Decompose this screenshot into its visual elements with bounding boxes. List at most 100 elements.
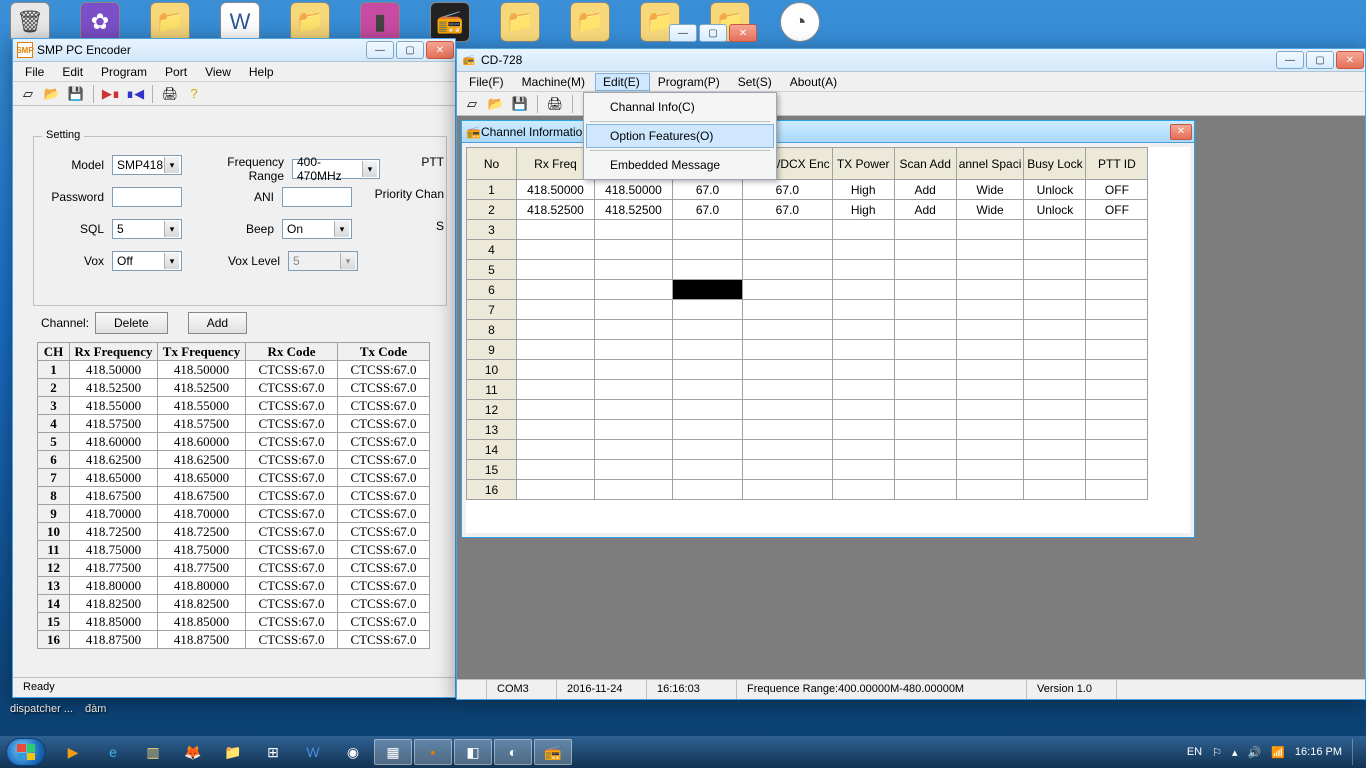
table-cell[interactable]	[894, 400, 956, 420]
table-cell[interactable]: CTCSS:67.0	[338, 595, 430, 613]
row-header[interactable]: 2	[38, 379, 70, 397]
table-cell[interactable]: CTCSS:67.0	[246, 451, 338, 469]
row-header[interactable]: 4	[38, 415, 70, 433]
table-cell[interactable]	[894, 460, 956, 480]
table-cell[interactable]	[517, 300, 595, 320]
table-cell[interactable]	[894, 260, 956, 280]
table-cell[interactable]: 418.70000	[70, 505, 158, 523]
table-cell[interactable]	[595, 300, 673, 320]
table-cell[interactable]: 418.80000	[70, 577, 158, 595]
table-cell[interactable]: CTCSS:67.0	[246, 595, 338, 613]
table-cell[interactable]	[1024, 360, 1086, 380]
beep-combo[interactable]: On	[282, 219, 352, 239]
table-cell[interactable]	[832, 340, 894, 360]
voxlevel-combo[interactable]: 5	[288, 251, 358, 271]
table-cell[interactable]	[956, 240, 1024, 260]
table-cell[interactable]	[517, 340, 595, 360]
taskbar-app-icon[interactable]: ◧	[454, 739, 492, 765]
table-cell[interactable]: CTCSS:67.0	[246, 487, 338, 505]
taskbar-ie-icon[interactable]: e	[94, 739, 132, 765]
recycle-bin-icon[interactable]: 🗑	[10, 2, 50, 42]
row-header[interactable]: 15	[38, 613, 70, 631]
row-header[interactable]: 12	[467, 400, 517, 420]
table-cell[interactable]	[1024, 220, 1086, 240]
menu-set[interactable]: Set(S)	[730, 73, 782, 91]
menu-port[interactable]: Port	[157, 63, 197, 81]
menu-edit[interactable]: Edit(E)	[595, 73, 650, 91]
taskbar-app-icon[interactable]: ▦	[374, 739, 412, 765]
table-cell[interactable]: 418.77500	[70, 559, 158, 577]
table-cell[interactable]	[956, 220, 1024, 240]
table-cell[interactable]	[517, 320, 595, 340]
table-cell[interactable]: CTCSS:67.0	[246, 361, 338, 379]
save-icon[interactable]: 💾	[67, 85, 85, 103]
table-cell[interactable]	[894, 340, 956, 360]
table-cell[interactable]: 418.70000	[158, 505, 246, 523]
table-cell[interactable]: Add	[894, 180, 956, 200]
table-cell[interactable]	[595, 240, 673, 260]
menu-file[interactable]: File	[17, 63, 54, 81]
table-cell[interactable]	[832, 420, 894, 440]
table-cell[interactable]	[1024, 400, 1086, 420]
table-cell[interactable]	[595, 400, 673, 420]
row-header[interactable]: 3	[38, 397, 70, 415]
table-cell[interactable]	[517, 280, 595, 300]
col-header[interactable]: No	[467, 148, 517, 180]
table-cell[interactable]	[894, 280, 956, 300]
table-cell[interactable]	[1086, 240, 1148, 260]
table-cell[interactable]: CTCSS:67.0	[338, 397, 430, 415]
table-cell[interactable]	[832, 300, 894, 320]
table-cell[interactable]	[595, 260, 673, 280]
table-cell[interactable]	[743, 240, 833, 260]
table-cell[interactable]	[1086, 480, 1148, 500]
table-cell[interactable]	[956, 360, 1024, 380]
table-cell[interactable]	[832, 380, 894, 400]
table-cell[interactable]	[1024, 440, 1086, 460]
table-cell[interactable]	[595, 340, 673, 360]
row-header[interactable]: 10	[467, 360, 517, 380]
table-cell[interactable]: CTCSS:67.0	[338, 433, 430, 451]
freqrange-combo[interactable]: 400-470MHz	[292, 159, 380, 179]
write-icon[interactable]: ∎◀	[126, 85, 144, 103]
table-cell[interactable]	[517, 380, 595, 400]
table-cell[interactable]: 418.57500	[70, 415, 158, 433]
table-cell[interactable]	[894, 480, 956, 500]
col-header[interactable]: CH	[38, 343, 70, 361]
table-cell[interactable]	[673, 240, 743, 260]
row-header[interactable]: 5	[38, 433, 70, 451]
table-cell[interactable]	[673, 440, 743, 460]
table-cell[interactable]: CTCSS:67.0	[338, 523, 430, 541]
table-cell[interactable]	[673, 220, 743, 240]
table-cell[interactable]: 418.80000	[158, 577, 246, 595]
sql-combo[interactable]: 5	[112, 219, 182, 239]
table-cell[interactable]: CTCSS:67.0	[246, 523, 338, 541]
menu-about[interactable]: About(A)	[782, 73, 847, 91]
table-cell[interactable]	[1086, 440, 1148, 460]
table-cell[interactable]	[1086, 460, 1148, 480]
add-button[interactable]: Add	[188, 312, 247, 334]
table-cell[interactable]	[956, 260, 1024, 280]
table-cell[interactable]	[743, 260, 833, 280]
maximize-button[interactable]: ▢	[1306, 51, 1334, 69]
minimize-button[interactable]: —	[1276, 51, 1304, 69]
table-cell[interactable]: CTCSS:67.0	[338, 415, 430, 433]
minimize-button[interactable]: —	[366, 41, 394, 59]
table-cell[interactable]	[1086, 260, 1148, 280]
table-cell[interactable]: 418.52500	[517, 200, 595, 220]
table-cell[interactable]	[595, 460, 673, 480]
row-header[interactable]: 4	[467, 240, 517, 260]
table-cell[interactable]: CTCSS:67.0	[246, 541, 338, 559]
table-cell[interactable]	[1024, 380, 1086, 400]
taskbar-folder-icon[interactable]: 📁	[214, 739, 252, 765]
table-cell[interactable]	[832, 360, 894, 380]
ani-input[interactable]	[282, 187, 352, 207]
tray-clock[interactable]: 16:16 PM	[1295, 746, 1342, 758]
table-cell[interactable]: 418.60000	[158, 433, 246, 451]
table-cell[interactable]: CTCSS:67.0	[338, 379, 430, 397]
table-cell[interactable]: 418.82500	[158, 595, 246, 613]
table-cell[interactable]	[673, 360, 743, 380]
table-cell[interactable]	[517, 240, 595, 260]
app-icon[interactable]: ✿	[80, 2, 120, 42]
table-cell[interactable]: CTCSS:67.0	[246, 577, 338, 595]
table-cell[interactable]: CTCSS:67.0	[246, 379, 338, 397]
